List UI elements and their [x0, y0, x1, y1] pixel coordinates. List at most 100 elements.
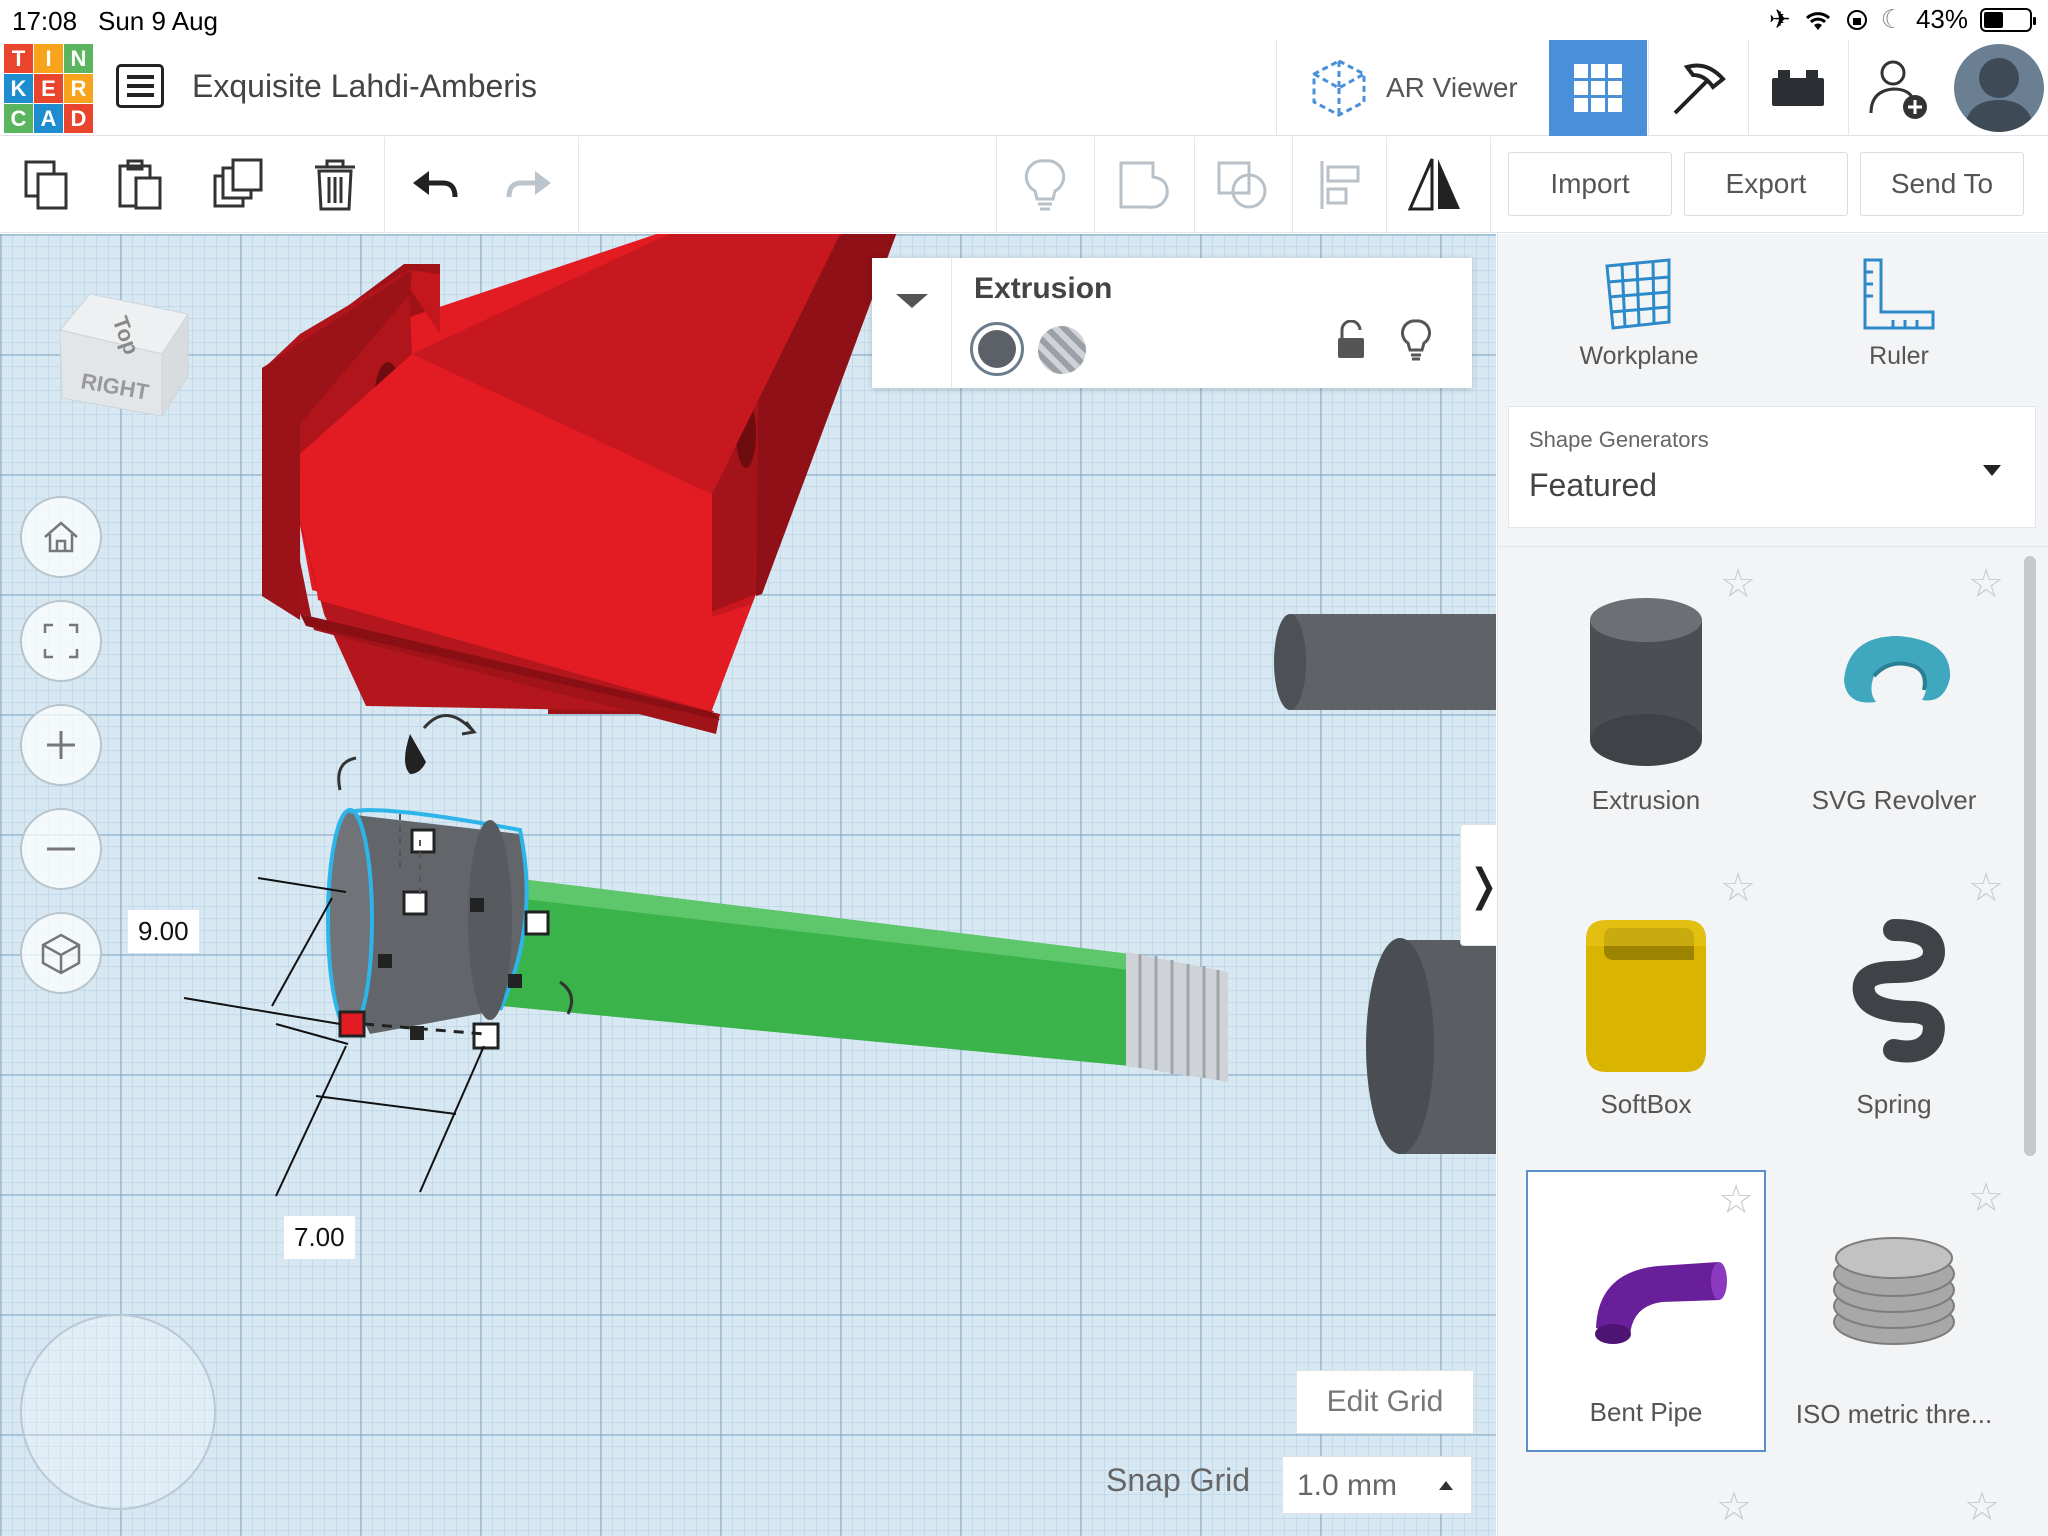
logo-letter: E [34, 74, 63, 103]
workplane-canvas[interactable]: Top RIGHT 9.00 7.00 Extrusion ❭ Edit Gri… [0, 234, 1496, 1536]
snap-grid-select[interactable]: 1.0 mm [1282, 1456, 1472, 1514]
mirror-icon [1407, 158, 1460, 211]
export-button[interactable]: Export [1684, 152, 1848, 216]
codeblocks-view-button[interactable] [1649, 40, 1747, 136]
home-view-button[interactable] [20, 496, 102, 578]
favorite-star-icon[interactable]: ☆ [1968, 868, 2004, 908]
ungroup-button[interactable] [1198, 137, 1288, 233]
import-button[interactable]: Import [1508, 152, 1672, 216]
shape-card-iso-metric-thread[interactable]: ☆ ISO metric thre... [1774, 1170, 2014, 1452]
brick-icon [1772, 70, 1824, 106]
redo-button[interactable] [484, 137, 574, 233]
iso-thread-shape-icon [1833, 1237, 1955, 1345]
shape-card-bent-pipe[interactable]: ☆ Bent Pipe [1526, 1170, 1766, 1452]
logo-letter: I [34, 44, 63, 73]
3d-scene[interactable] [0, 234, 1496, 1536]
snap-grid-label: Snap Grid [1106, 1462, 1251, 1498]
height-dimension-label[interactable]: 9.00 [128, 910, 199, 953]
favorite-star-icon[interactable]: ☆ [1964, 1484, 2000, 1530]
workplane-tool-button[interactable]: Workplane [1544, 256, 1734, 406]
ar-viewer-label: AR Viewer [1386, 72, 1518, 103]
minus-icon [47, 847, 75, 851]
shape-card-softbox[interactable]: ☆ SoftBox [1526, 860, 1766, 1142]
shape-card-label: SVG Revolver [1811, 785, 1977, 815]
tinkercad-logo[interactable]: TIN KER CAD [4, 44, 93, 133]
paste-icon [118, 159, 162, 210]
align-icon [1320, 161, 1360, 209]
duplicate-icon [213, 158, 263, 208]
paste-button[interactable] [96, 137, 186, 233]
edit-grid-button[interactable]: Edit Grid [1296, 1370, 1474, 1434]
ruler-label: Ruler [1869, 342, 1929, 370]
shape-card-spring[interactable]: ☆ Spring [1774, 860, 2014, 1142]
fit-view-button[interactable] [20, 600, 102, 682]
favorite-star-icon[interactable]: ☆ [1716, 1484, 1752, 1530]
zoom-out-button[interactable] [20, 808, 102, 890]
cube-icon [41, 933, 81, 975]
caret-down-icon [1983, 465, 2001, 476]
user-avatar[interactable] [1954, 44, 2044, 132]
edit-toolbar: Import Export Send To [0, 137, 2048, 233]
green-shaft-shape[interactable] [462, 872, 1130, 1066]
grey-cylinder-top[interactable] [1274, 614, 1496, 710]
caret-down-icon [896, 294, 928, 308]
view-cube[interactable]: Top RIGHT [50, 290, 190, 420]
group-icon [1119, 161, 1169, 209]
red-bracket-shape[interactable] [262, 234, 900, 734]
lift-handle[interactable] [405, 734, 426, 774]
show-all-button[interactable] [1000, 137, 1090, 233]
favorite-star-icon[interactable]: ☆ [1968, 1178, 2004, 1218]
visibility-bulb-icon[interactable] [1400, 318, 1432, 362]
orbit-joystick[interactable] [20, 1314, 216, 1510]
spring-shape-icon [1852, 919, 1946, 1063]
3d-design-view-button[interactable] [1549, 40, 1647, 136]
ar-viewer-button[interactable]: AR Viewer [1290, 40, 1540, 136]
shape-generators-caption: Shape Generators [1529, 427, 1709, 452]
favorite-star-icon[interactable]: ☆ [1720, 868, 1756, 908]
undo-button[interactable] [390, 137, 480, 233]
copy-button[interactable] [2, 137, 92, 233]
bricks-view-button[interactable] [1749, 40, 1847, 136]
ruler-tool-button[interactable]: Ruler [1804, 256, 1994, 406]
shape-card-label: Extrusion [1591, 785, 1701, 815]
panel-scrollbar[interactable] [2024, 556, 2036, 1156]
fit-icon [43, 623, 79, 659]
grey-cylinder-bottom[interactable] [1366, 938, 1496, 1154]
undo-icon [413, 171, 458, 198]
width-dimension-label[interactable]: 7.00 [284, 1216, 355, 1259]
battery-percent: 43% [1915, 4, 1968, 34]
logo-letter: T [4, 44, 33, 73]
shape-card-label: SoftBox [1600, 1089, 1692, 1119]
design-list-button[interactable] [116, 64, 164, 108]
shape-card-label: Spring [1856, 1089, 1932, 1119]
threaded-end-shape[interactable] [1126, 952, 1228, 1082]
favorite-star-icon[interactable]: ☆ [1968, 564, 2004, 604]
hole-button[interactable] [1038, 326, 1086, 374]
shape-generators-value: Featured [1529, 467, 1658, 503]
lightbulb-icon [1024, 159, 1066, 211]
lock-icon[interactable] [1334, 320, 1368, 360]
zoom-in-button[interactable] [20, 704, 102, 786]
shape-card-label: Bent Pipe [1589, 1397, 1703, 1427]
group-button[interactable] [1100, 137, 1190, 233]
battery-level [1984, 11, 2003, 28]
perspective-button[interactable] [20, 912, 102, 994]
airplane-icon: ✈ [1768, 4, 1791, 34]
solid-color-button[interactable] [970, 322, 1024, 376]
shape-inspector: Extrusion [872, 258, 1472, 388]
align-button[interactable] [1296, 137, 1386, 233]
mirror-button[interactable] [1390, 137, 1480, 233]
delete-button[interactable] [290, 137, 380, 233]
inspector-collapse-button[interactable] [872, 258, 952, 388]
design-title[interactable]: Exquisite Lahdi-Amberis [192, 68, 537, 105]
shape-generators-dropdown[interactable]: Shape Generators Featured [1508, 406, 2036, 528]
panel-collapse-tab[interactable]: ❭ [1460, 824, 1496, 946]
extrusion-shape-icon [1590, 598, 1702, 766]
shape-card-svg-revolver[interactable]: ☆ SVG Revolver [1774, 556, 2014, 838]
shape-card-extrusion[interactable]: ☆ Extrusion [1526, 556, 1766, 838]
favorite-star-icon[interactable]: ☆ [1720, 564, 1756, 604]
status-indicators: ✈ ☾ 43% [1768, 4, 2036, 35]
add-user-button[interactable] [1849, 40, 1947, 136]
send-to-button[interactable]: Send To [1860, 152, 2024, 216]
duplicate-button[interactable] [194, 137, 284, 233]
